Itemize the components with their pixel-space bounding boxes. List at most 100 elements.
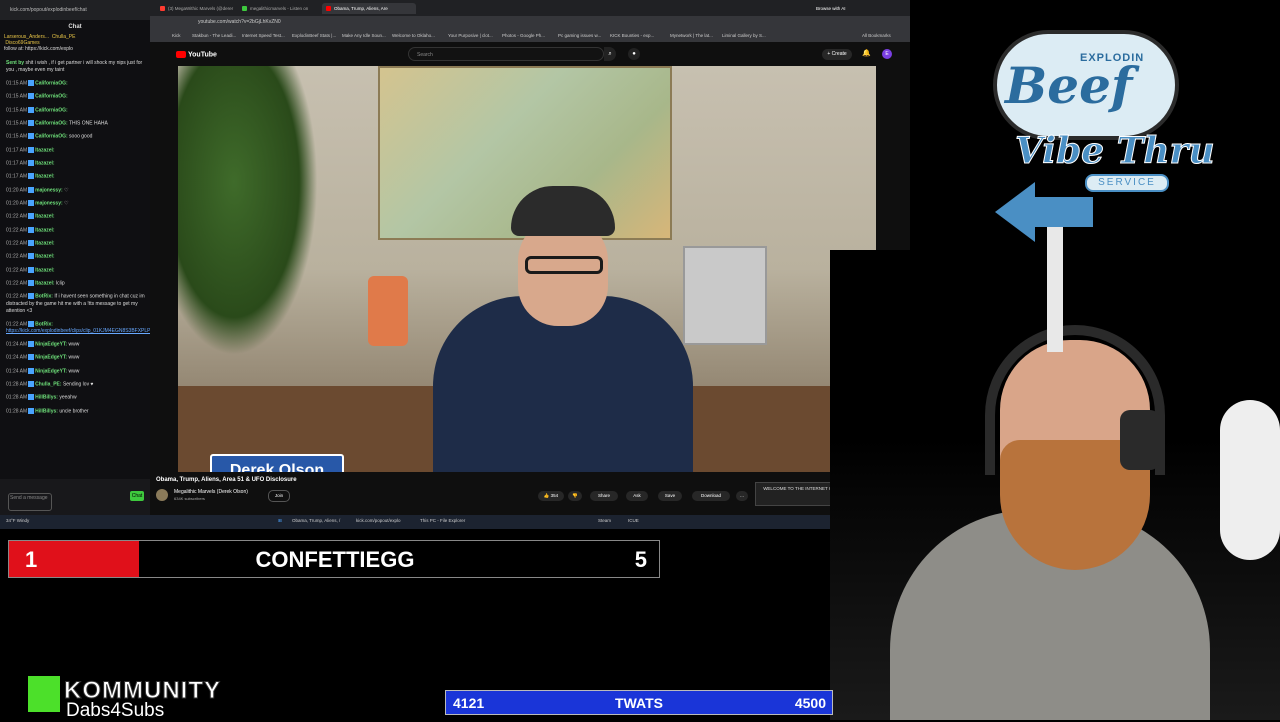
- bookmark-item[interactable]: Internet Speed Test...: [242, 33, 285, 38]
- message-username[interactable]: Itazazel:: [35, 214, 54, 220]
- taskbar-item[interactable]: kick.com/popout/explo: [356, 518, 401, 523]
- message-link[interactable]: https://kick.com/explodinbeef/clips/clip…: [6, 328, 150, 334]
- video-player[interactable]: Derek Olson: [178, 66, 876, 472]
- bookmark-item[interactable]: Pc gaming issues w...: [558, 33, 601, 38]
- message-username[interactable]: HillBillys:: [35, 395, 58, 401]
- bookmark-item[interactable]: Make Any Idle Soun...: [342, 33, 386, 38]
- message-username[interactable]: Itazazel:: [35, 227, 54, 233]
- message-timestamp: 01:22 AM: [6, 213, 28, 220]
- browser-tab[interactable]: (3) MegaWithic Marvels (@derer: [156, 3, 246, 14]
- browse-with-ai-button[interactable]: Browse with AI: [804, 3, 876, 14]
- message-text: lclip: [55, 280, 65, 287]
- ask-button[interactable]: Ask: [626, 491, 648, 501]
- bookmark-item[interactable]: Welcome to Oklaho...: [392, 33, 435, 38]
- kommunity-k-icon: [28, 676, 60, 712]
- message-username[interactable]: majonessy:: [35, 200, 63, 206]
- search-icon[interactable]: ⌕: [604, 47, 616, 61]
- taskbar-item[interactable]: ICUE: [628, 518, 639, 523]
- download-button[interactable]: Download: [692, 491, 730, 501]
- message-username[interactable]: NinjaEdgeYT:: [35, 355, 67, 361]
- bookmark-item[interactable]: Your Purposive | clot...: [448, 33, 493, 38]
- notifications-bell-icon[interactable]: 🔔: [862, 49, 871, 57]
- badge-icon: [28, 133, 35, 140]
- address-bar[interactable]: youtube.com/watch?v=2bGjLhKvZN0: [150, 16, 910, 30]
- chat-message: 01:28 AM HillBillys: yeeahw: [6, 394, 146, 401]
- dislike-icon[interactable]: 👎: [568, 491, 582, 501]
- chat-panel: kick.com/popout/explodinbeef/chat Chat L…: [0, 0, 150, 515]
- badge-icon: [28, 279, 35, 286]
- message-username[interactable]: NinjaEdgeYT:: [35, 341, 67, 347]
- logo-service-text: SERVICE: [1085, 174, 1169, 192]
- channel-name[interactable]: Megalithic Marvels (Derek Olson): [174, 489, 248, 495]
- more-icon[interactable]: …: [736, 491, 748, 501]
- chat-message: 01:22 AM BotRix: If i havent seen somethi…: [6, 293, 146, 314]
- start-icon[interactable]: ⊞: [278, 518, 282, 524]
- address-url[interactable]: youtube.com/watch?v=2bGjLhKvZN0: [198, 19, 281, 25]
- message-username[interactable]: Itazazel:: [35, 160, 54, 166]
- confettiegg-label: CONFETTIEGG: [255, 547, 415, 572]
- bookmark-item[interactable]: Mynetwork | The lat...: [670, 33, 713, 38]
- join-button[interactable]: Join: [268, 490, 290, 502]
- badge-icon: [28, 106, 35, 113]
- message-username[interactable]: BotRix:: [35, 294, 53, 300]
- microphone-icon[interactable]: ●: [628, 48, 640, 60]
- message-timestamp: 01:15 AM: [6, 133, 28, 140]
- bookmark-item[interactable]: ExplodinBeef Stats |...: [292, 33, 336, 38]
- save-button[interactable]: Save: [658, 491, 682, 501]
- user-avatar[interactable]: E: [882, 49, 892, 59]
- weather-widget[interactable]: 34°F Windy: [6, 518, 29, 523]
- message-username[interactable]: Itazazel:: [35, 280, 54, 286]
- bookmark-item[interactable]: Kick: [172, 33, 181, 38]
- message-username[interactable]: CaliforniaOG:: [35, 107, 68, 113]
- chat-input[interactable]: Send a message: [8, 493, 52, 511]
- badge-icon: [28, 380, 35, 387]
- message-username[interactable]: NinjaEdgeYT:: [35, 368, 67, 374]
- browser-tab-active[interactable]: Obama, Trump, Aliens, Are: [322, 3, 416, 14]
- message-username[interactable]: CaliforniaOG:: [35, 94, 68, 100]
- message-username[interactable]: Itazazel:: [35, 240, 54, 246]
- chat-message: 01:17 AM Itazazel:: [6, 159, 146, 167]
- bookmark-item[interactable]: Photos - Google Ph...: [502, 33, 545, 38]
- search-input[interactable]: Search: [408, 47, 604, 61]
- message-username[interactable]: Itazazel:: [35, 174, 54, 180]
- message-username[interactable]: Sent by: [6, 60, 24, 66]
- message-timestamp: 01:15 AM: [6, 106, 28, 113]
- like-button[interactable]: 👍 354: [538, 491, 564, 501]
- youtube-logo[interactable]: YouTube: [176, 51, 217, 58]
- chat-message: 01:15 AM CaliforniaOG: THIS ONE HAHA: [6, 119, 146, 127]
- message-username[interactable]: CaliforniaOG:: [35, 120, 68, 126]
- message-text: yeeahw: [59, 394, 77, 401]
- badge-icon: [28, 354, 35, 361]
- taskbar-item[interactable]: This PC - File Explorer: [420, 518, 465, 523]
- message-username[interactable]: BotRix:: [35, 321, 53, 327]
- bookmark-item[interactable]: Stakbun - The Leadi...: [192, 33, 236, 38]
- message-username[interactable]: Chulla_PE:: [35, 381, 61, 387]
- bookmark-item[interactable]: All Bookmarks: [862, 33, 891, 38]
- message-username[interactable]: majonessy:: [35, 187, 63, 193]
- badge-icon: [28, 199, 35, 206]
- message-username[interactable]: CaliforniaOG:: [35, 134, 68, 140]
- chat-send-button[interactable]: Chat: [130, 491, 144, 501]
- logo-arrow-head: [995, 182, 1035, 242]
- message-username[interactable]: Itazazel:: [35, 254, 54, 260]
- message-username[interactable]: Itazazel:: [35, 147, 54, 153]
- chat-message: 01:22 AM Itazazel:: [6, 266, 146, 274]
- message-username[interactable]: HillBillys:: [35, 408, 58, 414]
- create-button[interactable]: + Create: [822, 49, 852, 60]
- bookmark-item[interactable]: Liminal Gallery by S...: [722, 33, 766, 38]
- message-username[interactable]: Itazazel:: [35, 267, 54, 273]
- chat-message: 01:22 AM Itazazel:: [6, 239, 146, 247]
- chat-url[interactable]: kick.com/popout/explodinbeef/chat: [0, 0, 150, 20]
- top-user[interactable]: Chulla_PE: [52, 34, 76, 40]
- twats-target: 4500: [794, 695, 826, 711]
- badge-icon: [28, 119, 35, 126]
- share-button[interactable]: Share: [590, 491, 618, 501]
- channel-avatar[interactable]: [156, 489, 168, 501]
- host-image: [433, 186, 693, 472]
- browser-tab[interactable]: megalithicmarvels - Listen on: [238, 3, 326, 14]
- logo-arrow: [1033, 197, 1093, 227]
- taskbar-item[interactable]: Obama, Trump, Aliens, /: [292, 518, 340, 523]
- taskbar-item[interactable]: Steam: [598, 518, 611, 523]
- message-username[interactable]: CaliforniaOG:: [35, 80, 68, 86]
- bookmark-item[interactable]: KICK Bounties - exp...: [610, 33, 654, 38]
